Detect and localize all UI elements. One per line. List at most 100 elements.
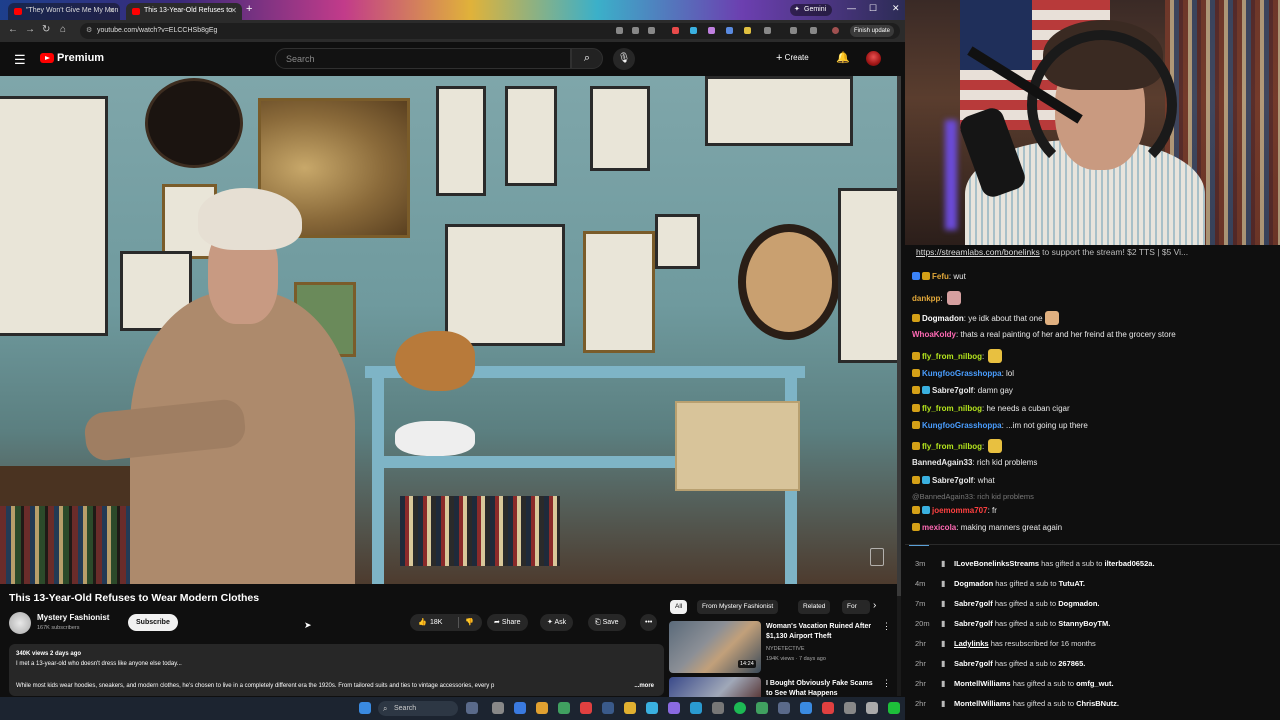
- chat-badge-icon[interactable]: [912, 404, 920, 412]
- chip-for-you[interactable]: For: [842, 600, 870, 614]
- chat-badge-icon[interactable]: [912, 523, 920, 531]
- download-icon[interactable]: [810, 27, 817, 34]
- bookmark-star-icon[interactable]: [648, 27, 655, 34]
- channel-avatar[interactable]: [9, 612, 31, 634]
- chat-badge-icon[interactable]: [912, 476, 920, 484]
- extension-icon[interactable]: [726, 27, 733, 34]
- chat-username[interactable]: BannedAgain33: [912, 458, 972, 467]
- like-icon[interactable]: 👍: [418, 614, 427, 631]
- search-button[interactable]: ⌕: [571, 48, 603, 69]
- event-target-user[interactable]: Dogmadon.: [1058, 599, 1099, 608]
- extensions-puzzle-icon[interactable]: [764, 27, 771, 34]
- youtube-logo-icon[interactable]: [40, 53, 54, 63]
- chat-username[interactable]: KungfooGrasshoppa: [922, 421, 1002, 430]
- search-input[interactable]: Search: [275, 48, 571, 69]
- extension-icon[interactable]: [708, 27, 715, 34]
- save-button[interactable]: ⎗ Save: [588, 614, 626, 631]
- taskbar-app-icon[interactable]: [690, 702, 702, 714]
- site-info-icon[interactable]: ⚙: [86, 26, 92, 34]
- sidebar-icon[interactable]: [790, 27, 797, 34]
- event-target-user[interactable]: StannyBoyTM.: [1058, 619, 1110, 628]
- extension-icon[interactable]: [672, 27, 679, 34]
- taskbar-app-icon[interactable]: [558, 702, 570, 714]
- extension-icon[interactable]: [690, 27, 697, 34]
- taskbar-search[interactable]: Search: [378, 701, 458, 716]
- event-target-user[interactable]: omfg_wut.: [1076, 679, 1114, 688]
- taskbar-app-icon[interactable]: [734, 702, 746, 714]
- event-username[interactable]: MontellWilliams: [954, 679, 1011, 688]
- taskbar-app-icon[interactable]: [624, 702, 636, 714]
- chat-badge-icon[interactable]: [922, 476, 930, 484]
- taskbar-app-icon[interactable]: [492, 702, 504, 714]
- chat-username[interactable]: Sabre7golf: [932, 386, 973, 395]
- close-tab-icon[interactable]: ✕: [230, 6, 237, 15]
- event-username[interactable]: Sabre7golf: [954, 659, 993, 668]
- account-avatar[interactable]: [866, 51, 881, 66]
- chat-username[interactable]: fly_from_nilbog: [922, 404, 982, 413]
- home-icon[interactable]: ⌂: [60, 24, 66, 35]
- taskbar-app-icon[interactable]: [822, 702, 834, 714]
- youtube-brand[interactable]: Premium: [57, 52, 104, 64]
- event-username[interactable]: Ladylinks: [954, 639, 989, 648]
- notifications-bell-icon[interactable]: 🔔: [836, 51, 850, 64]
- browser-tab-2[interactable]: This 13-Year-Old Refuses to ✕: [126, 3, 242, 20]
- windows-start-icon[interactable]: [359, 702, 371, 714]
- description-box[interactable]: 340K views 2 days ago I met a 13-year-ol…: [9, 644, 664, 696]
- event-username[interactable]: MontellWilliams: [954, 699, 1011, 708]
- chat-username[interactable]: fly_from_nilbog: [922, 352, 982, 361]
- taskbar-app-icon[interactable]: [646, 702, 658, 714]
- channel-name[interactable]: Mystery Fashionist: [37, 613, 109, 622]
- zoom-icon[interactable]: [616, 27, 623, 34]
- chat-username[interactable]: WhoaKoldy: [912, 330, 956, 339]
- event-target-user[interactable]: TutuAT.: [1059, 579, 1085, 588]
- show-more-link[interactable]: ...more: [634, 681, 654, 691]
- event-username[interactable]: Sabre7golf: [954, 619, 993, 628]
- chat-username[interactable]: KungfooGrasshoppa: [922, 369, 1002, 378]
- reload-icon[interactable]: ↻: [42, 24, 50, 35]
- taskbar-app-icon[interactable]: [466, 702, 478, 714]
- chat-badge-icon[interactable]: [912, 421, 920, 429]
- taskbar-app-icon[interactable]: [602, 702, 614, 714]
- chat-badge-icon[interactable]: [912, 314, 920, 322]
- dislike-icon[interactable]: 👎: [465, 614, 474, 631]
- chat-username[interactable]: Dogmadon: [922, 314, 964, 323]
- event-target-user[interactable]: 267865.: [1058, 659, 1085, 668]
- event-target-user[interactable]: ilterbad0652a.: [1105, 559, 1155, 568]
- chat-badge-icon[interactable]: [912, 272, 920, 280]
- chevron-right-icon[interactable]: ›: [873, 600, 876, 611]
- back-icon[interactable]: ←: [8, 24, 18, 35]
- event-username[interactable]: ILoveBonelinksStreams: [954, 559, 1039, 568]
- chat-username[interactable]: joemomma707: [932, 506, 988, 515]
- more-actions-button[interactable]: •••: [640, 614, 658, 631]
- browser-tab-1[interactable]: "They Won't Give Me My Mon ✕: [8, 3, 120, 20]
- recommendation-thumbnail[interactable]: [669, 677, 761, 697]
- menu-icon[interactable]: ☰: [14, 52, 26, 68]
- forward-icon[interactable]: →: [25, 24, 35, 35]
- chat-badge-icon[interactable]: [912, 386, 920, 394]
- share-button[interactable]: ➦ Share: [487, 614, 528, 631]
- more-vert-icon[interactable]: ⋮: [882, 621, 891, 632]
- maximize-icon[interactable]: ☐: [869, 3, 877, 14]
- subscribe-button[interactable]: Subscribe: [128, 614, 178, 631]
- taskbar-app-icon[interactable]: [712, 702, 724, 714]
- event-target-user[interactable]: ChrisBNutz.: [1076, 699, 1119, 708]
- chat-username[interactable]: fly_from_nilbog: [922, 442, 982, 451]
- chip-from-channel[interactable]: From Mystery Fashionist: [697, 600, 779, 614]
- taskbar-app-icon[interactable]: [800, 702, 812, 714]
- channel-watermark-icon[interactable]: [870, 548, 884, 566]
- video-player[interactable]: [0, 76, 900, 584]
- recommendation-title[interactable]: Woman's Vacation Ruined After $1,130 Air…: [766, 622, 878, 641]
- taskbar-app-icon[interactable]: [756, 702, 768, 714]
- voice-search-button[interactable]: 🎙: [613, 48, 635, 70]
- taskbar-app-icon[interactable]: [778, 702, 790, 714]
- chat-badge-icon[interactable]: [912, 369, 920, 377]
- taskbar-app-icon[interactable]: [536, 702, 548, 714]
- scrollbar-thumb[interactable]: [897, 76, 901, 596]
- chat-badge-icon[interactable]: [912, 506, 920, 514]
- taskbar-app-icon[interactable]: [866, 702, 878, 714]
- chat-badge-icon[interactable]: [922, 506, 930, 514]
- recommendation-title[interactable]: I Bought Obviously Fake Scams to See Wha…: [766, 679, 878, 698]
- minimize-icon[interactable]: —: [847, 3, 856, 13]
- event-username[interactable]: Dogmadon: [954, 579, 993, 588]
- like-count[interactable]: 18K: [430, 614, 442, 631]
